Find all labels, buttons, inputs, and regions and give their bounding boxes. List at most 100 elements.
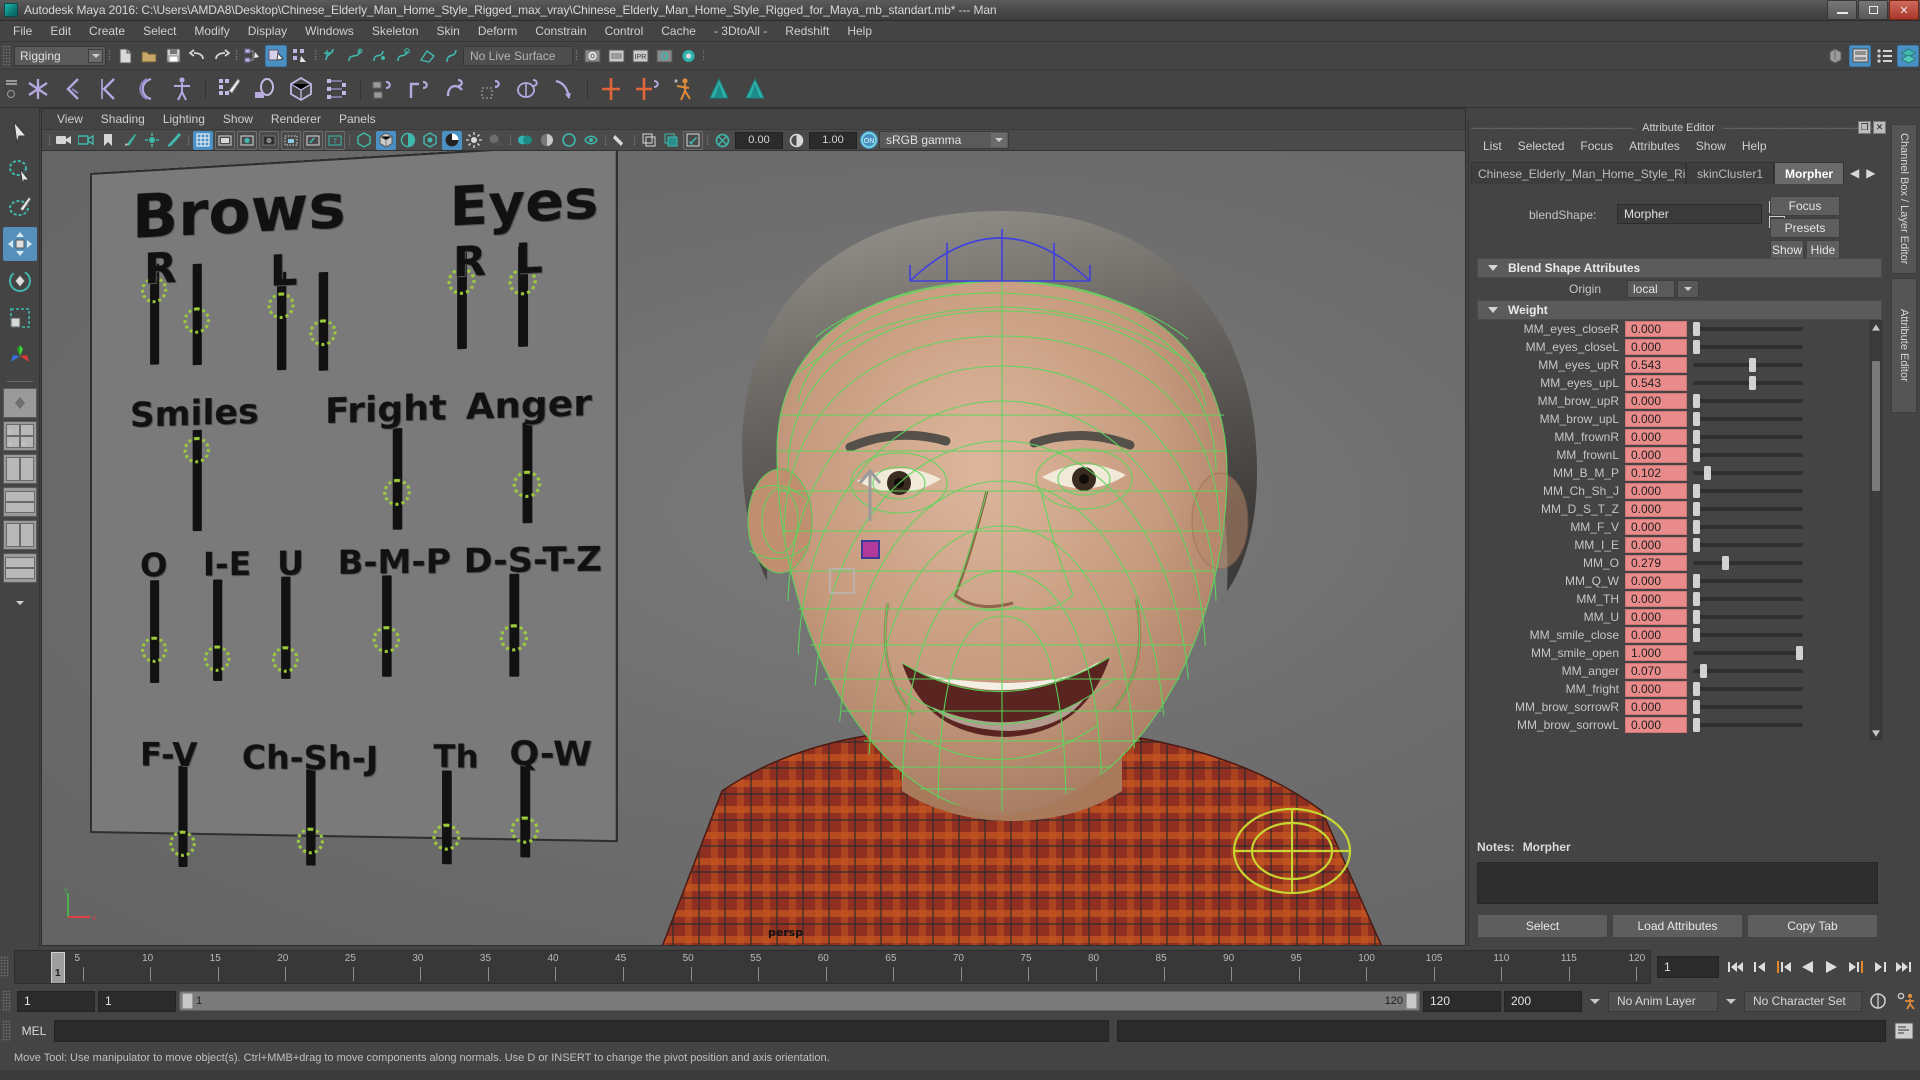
slider-handle[interactable] [1693, 574, 1700, 588]
weight-value-field[interactable]: 0.070 [1625, 663, 1687, 679]
range-slider-grip[interactable] [2, 990, 11, 1012]
menu-skeleton[interactable]: Skeleton [363, 22, 428, 40]
depth-of-field-icon[interactable] [581, 131, 601, 150]
toolbar-grip[interactable] [2, 45, 11, 67]
control-slider-knob[interactable] [141, 637, 167, 663]
camera-attributes-icon[interactable] [76, 131, 96, 150]
slider-handle[interactable] [1693, 592, 1700, 606]
chevron-down-icon[interactable] [88, 49, 103, 63]
motion-blur-icon[interactable] [537, 131, 557, 150]
layout-four-pane-icon[interactable]: + + + [3, 421, 37, 451]
weight-slider[interactable] [1693, 555, 1803, 571]
move-tool-icon[interactable] [3, 227, 37, 261]
slider-handle[interactable] [1693, 322, 1700, 336]
slider-handle[interactable] [1693, 430, 1700, 444]
menu-3dtoall[interactable]: - 3DtoAll - [705, 22, 776, 40]
render-settings-icon[interactable] [653, 45, 675, 67]
weight-slider[interactable] [1693, 375, 1803, 391]
panel-undock-icon[interactable]: ❐ [1858, 121, 1871, 134]
slider-handle[interactable] [1693, 628, 1700, 642]
toggle-attribute-editor-icon[interactable] [1849, 45, 1871, 67]
blendshape-name-field[interactable]: Morpher [1617, 204, 1762, 224]
play-forwards-icon[interactable] [1821, 956, 1842, 978]
ae-menu-show[interactable]: Show [1688, 138, 1734, 154]
ae-menu-focus[interactable]: Focus [1572, 138, 1621, 154]
toggle-film-gate-icon[interactable] [215, 131, 235, 150]
weight-slider[interactable] [1693, 465, 1803, 481]
weight-value-field[interactable]: 0.102 [1625, 465, 1687, 481]
orient-constraint-icon[interactable] [439, 72, 473, 106]
weight-list-scrollbar[interactable] [1870, 320, 1882, 740]
close-button[interactable]: ✕ [1889, 0, 1919, 20]
weight-value-field[interactable]: 0.000 [1625, 483, 1687, 499]
select-camera-icon[interactable] [54, 131, 74, 150]
anim-layer-select[interactable]: No Anim Layer [1608, 991, 1718, 1012]
control-slider-knob[interactable] [169, 830, 195, 857]
slider-handle[interactable] [1693, 448, 1700, 462]
viewport-menu-show[interactable]: Show [214, 111, 262, 127]
render-sequence-icon[interactable] [605, 45, 627, 67]
copy-tab-button[interactable]: Copy Tab [1747, 914, 1878, 938]
create-joint-icon[interactable] [21, 72, 55, 106]
section-blend-shape-attributes[interactable]: Blend Shape Attributes [1477, 258, 1882, 278]
open-scene-icon[interactable] [138, 45, 160, 67]
presets-button[interactable]: Presets [1770, 218, 1840, 238]
maximize-button[interactable] [1858, 0, 1888, 20]
weight-slider[interactable] [1693, 483, 1803, 499]
scale-constraint-icon[interactable] [475, 72, 509, 106]
viewport-menu-renderer[interactable]: Renderer [262, 111, 330, 127]
animation-end-field[interactable]: 200 [1504, 991, 1582, 1012]
tab-morpher[interactable]: Morpher [1774, 162, 1844, 184]
toggle-modeling-toolkit-icon[interactable] [1825, 45, 1847, 67]
weight-slider[interactable] [1693, 537, 1803, 553]
weight-slider[interactable] [1693, 357, 1803, 373]
weight-value-field[interactable]: 0.000 [1625, 519, 1687, 535]
weight-slider[interactable] [1693, 663, 1803, 679]
select-by-hierarchy-icon[interactable] [241, 45, 263, 67]
human-ik-icon[interactable] [666, 72, 700, 106]
interactive-bind-icon[interactable] [320, 72, 354, 106]
origin-chevron-down-icon[interactable] [1677, 280, 1699, 298]
weight-value-field[interactable]: 0.000 [1625, 321, 1687, 337]
mirror-joint-icon[interactable] [594, 72, 628, 106]
anim-layer-chevron-icon[interactable] [1726, 999, 1736, 1004]
character-model[interactable] [602, 151, 1465, 945]
show-button[interactable]: Show [1770, 240, 1804, 260]
control-slider-knob[interactable] [309, 319, 336, 347]
control-slider-knob[interactable] [184, 307, 211, 334]
script-editor-icon[interactable] [1892, 1020, 1916, 1042]
weight-value-field[interactable]: 0.279 [1625, 555, 1687, 571]
control-slider-knob[interactable] [272, 646, 299, 673]
weight-slider[interactable] [1693, 573, 1803, 589]
weight-value-field[interactable]: 0.000 [1625, 537, 1687, 553]
side-tab-channel-box[interactable]: Channel Box / Layer Editor [1891, 124, 1917, 274]
weight-value-field[interactable]: 0.000 [1625, 681, 1687, 697]
slider-handle[interactable] [1749, 376, 1756, 390]
menu-skin[interactable]: Skin [428, 22, 469, 40]
exposure-icon[interactable] [712, 131, 732, 150]
tab-node-shape[interactable]: Chinese_Elderly_Man_Home_Style_Rigged [1471, 162, 1686, 184]
weight-slider[interactable] [1693, 717, 1803, 733]
snap-to-curve-icon[interactable] [344, 45, 366, 67]
viewport-menu-panels[interactable]: Panels [330, 111, 385, 127]
ae-menu-help[interactable]: Help [1734, 138, 1775, 154]
color-profile-select[interactable]: sRGB gamma [879, 131, 1009, 149]
slider-handle[interactable] [1693, 340, 1700, 354]
step-forward-icon[interactable] [1869, 956, 1890, 978]
select-by-component-icon[interactable] [289, 45, 311, 67]
snap-to-projected-center-icon[interactable] [392, 45, 414, 67]
snap-to-view-plane-icon[interactable] [416, 45, 438, 67]
slider-handle[interactable] [1693, 520, 1700, 534]
gamma-field[interactable]: 1.00 [809, 132, 857, 149]
panel-close-icon[interactable]: ✕ [1873, 121, 1886, 134]
menu-redshift[interactable]: Redshift [776, 22, 838, 40]
range-end-field[interactable]: 120 [1423, 991, 1501, 1012]
gamma-icon[interactable] [786, 131, 806, 150]
slider-handle[interactable] [1693, 682, 1700, 696]
menu-display[interactable]: Display [239, 22, 296, 40]
color-management-toggle-icon[interactable]: ON [860, 131, 878, 149]
side-tab-attribute-editor[interactable]: Attribute Editor [1891, 278, 1917, 413]
layout-persp-graph-icon[interactable] [3, 487, 37, 517]
weight-slider[interactable] [1693, 519, 1803, 535]
point-constraint-icon[interactable] [403, 72, 437, 106]
